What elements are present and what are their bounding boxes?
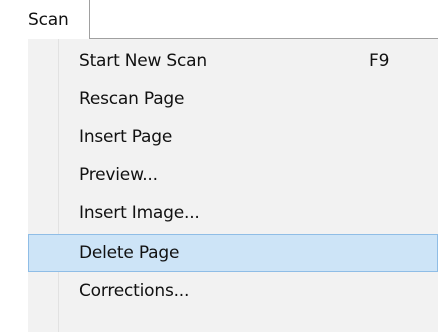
menu-bar: Scan: [0, 0, 438, 39]
menu-item-insert-image[interactable]: Insert Image...: [28, 194, 438, 232]
menu-item-corrections[interactable]: Corrections...: [28, 272, 438, 310]
menu-item-label: Insert Page: [79, 127, 173, 147]
scan-dropdown-menu: Start New Scan F9 Rescan Page Insert Pag…: [28, 39, 438, 332]
menu-item-label: Preview...: [79, 165, 158, 185]
menu-item-label: Insert Image...: [79, 203, 200, 223]
scan-app-window: Scan Start New Scan F9 Rescan Page Inser…: [0, 0, 438, 332]
menu-item-label: Delete Page: [79, 243, 180, 263]
menu-item-label: Corrections...: [79, 281, 190, 301]
menu-item-insert-page[interactable]: Insert Page: [28, 118, 438, 156]
menu-item-preview[interactable]: Preview...: [28, 156, 438, 194]
menu-item-label: Rescan Page: [79, 89, 185, 109]
scan-menu-label: Scan: [28, 9, 69, 30]
menu-item-start-new-scan[interactable]: Start New Scan F9: [28, 42, 438, 80]
menu-item-delete-page[interactable]: Delete Page: [28, 234, 438, 272]
menu-item-label: Start New Scan: [79, 51, 207, 71]
scan-menu-button[interactable]: Scan: [0, 0, 90, 39]
menu-item-rescan-page[interactable]: Rescan Page: [28, 80, 438, 118]
menu-item-shortcut: F9: [369, 51, 390, 71]
